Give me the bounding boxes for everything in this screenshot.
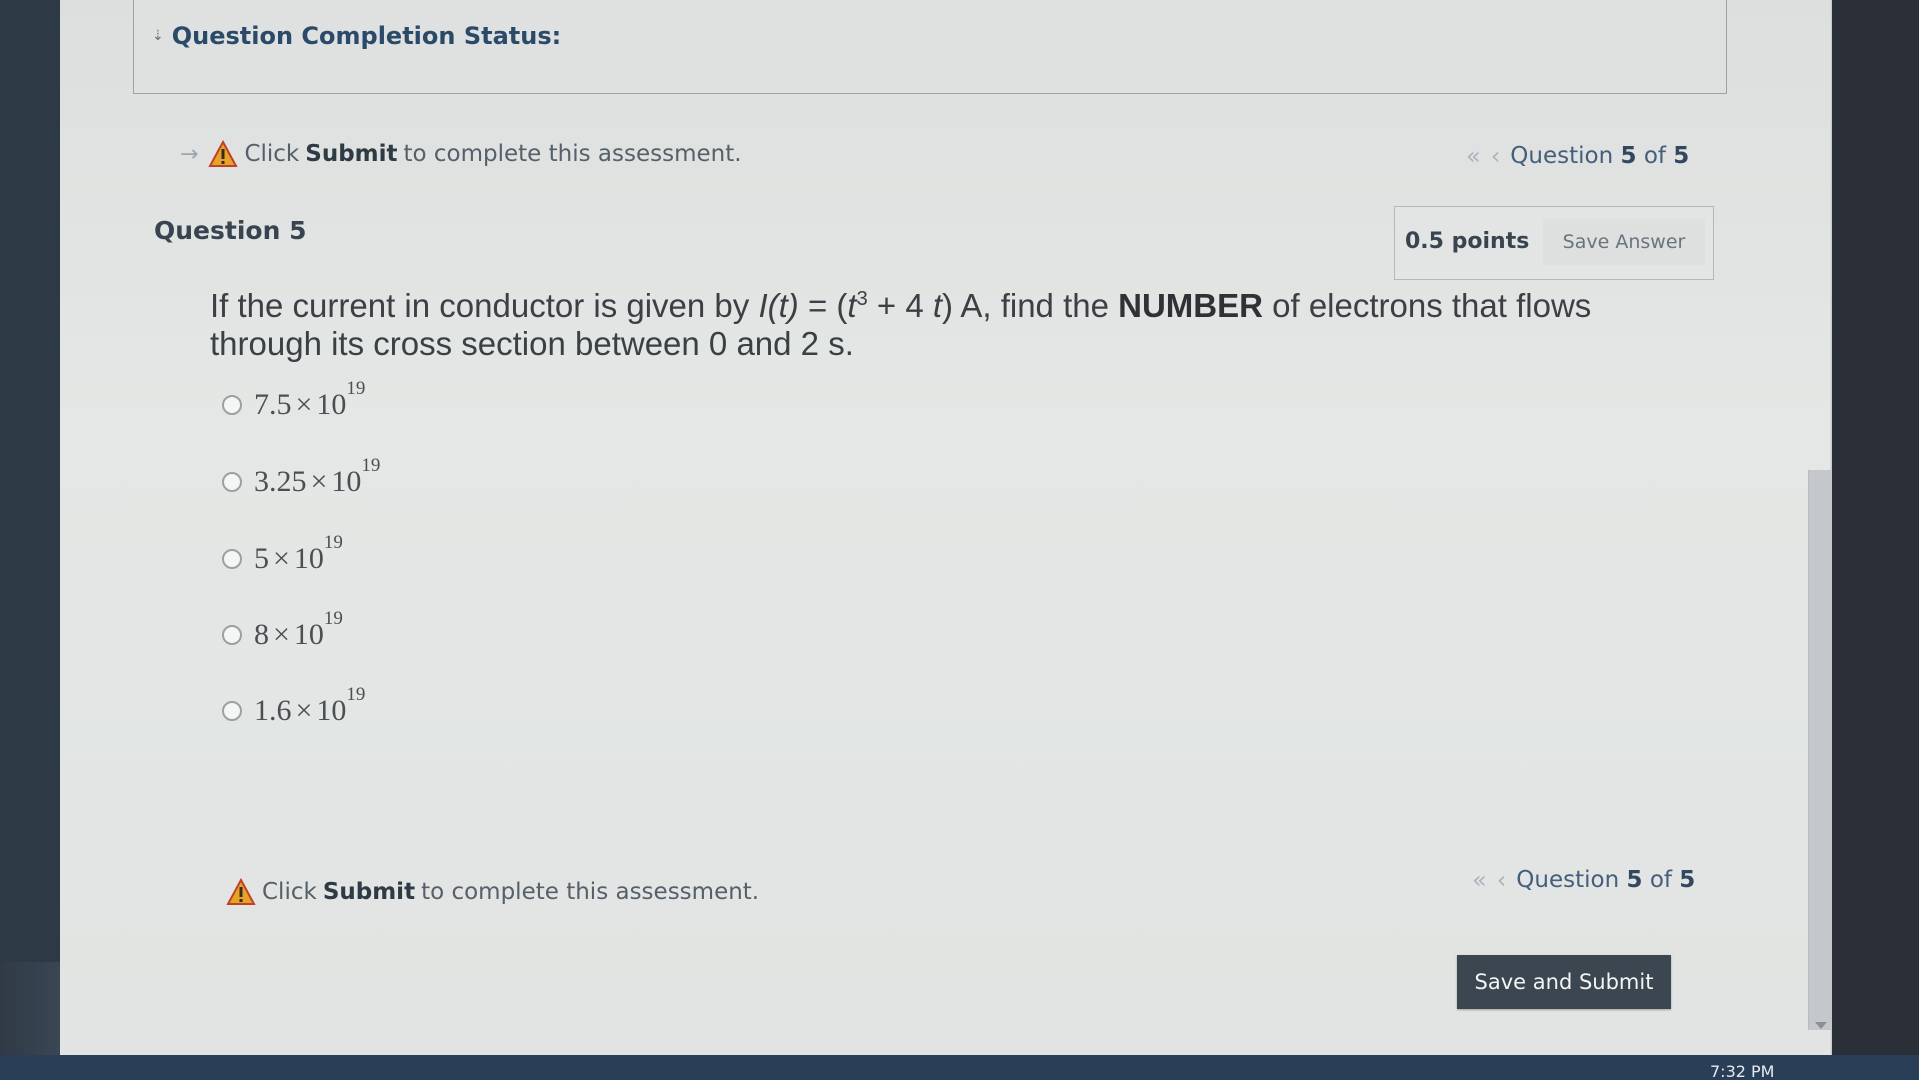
left-background — [0, 0, 60, 962]
question-points: 0.5 points — [1405, 229, 1530, 254]
answer-option[interactable]: 3.25 × 10 19 — [222, 455, 381, 499]
warning-suffix: to complete this assessment. — [403, 141, 742, 167]
warning-action: Submit — [305, 141, 398, 167]
completion-status-toggle[interactable]: ⇣ Question Completion Status: — [152, 22, 561, 50]
double-chevron-left-icon[interactable]: « — [1466, 142, 1481, 170]
radio-button[interactable] — [222, 701, 242, 721]
option-label: 7.5 × 10 19 — [254, 378, 366, 421]
question-title: Question 5 — [154, 216, 307, 245]
chevron-left-icon[interactable]: ‹ — [1491, 142, 1501, 170]
radio-button[interactable] — [222, 625, 242, 645]
taskbar-clock: 7:32 PM — [1710, 1062, 1775, 1080]
option-label: 3.25 × 10 19 — [254, 455, 381, 498]
answer-option[interactable]: 1.6 × 10 19 — [222, 684, 366, 728]
save-and-submit-button[interactable]: Save and Submit — [1457, 955, 1671, 1009]
screen: ⇣ Question Completion Status: → Click Su… — [0, 0, 1919, 1080]
answer-option[interactable]: 5 × 10 19 — [222, 532, 343, 576]
scroll-down-icon[interactable] — [1815, 1022, 1827, 1029]
nav-label: Question 5 of 5 — [1516, 867, 1696, 893]
question-nav-top: « ‹ Question 5 of 5 — [1466, 142, 1689, 170]
answer-option[interactable]: 7.5 × 10 19 — [222, 378, 366, 422]
question-text: If the current in conductor is given by … — [210, 287, 1592, 362]
radio-button[interactable] — [222, 395, 242, 415]
question-nav-bottom: « ‹ Question 5 of 5 — [1472, 866, 1695, 894]
arrow-right-icon: → — [180, 141, 199, 167]
nav-label: Question 5 of 5 — [1510, 143, 1690, 169]
option-label: 5 × 10 19 — [254, 532, 343, 575]
answer-option[interactable]: 8 × 10 19 — [222, 608, 343, 652]
warning-icon — [226, 878, 256, 905]
warning-suffix: to complete this assessment. — [421, 879, 760, 905]
radio-button[interactable] — [222, 472, 242, 492]
warning-top: → Click Submit to complete this assessme… — [180, 140, 742, 168]
chevron-left-icon[interactable]: ‹ — [1497, 866, 1507, 894]
right-background — [1832, 0, 1919, 1080]
chevron-down-icon: ⇣ — [152, 28, 164, 44]
double-chevron-left-icon[interactable]: « — [1472, 866, 1487, 894]
taskbar — [0, 1055, 1919, 1080]
option-label: 1.6 × 10 19 — [254, 684, 366, 727]
warning-action: Submit — [322, 879, 416, 905]
warning-icon — [208, 140, 239, 167]
save-answer-button[interactable]: Save Answer — [1543, 219, 1705, 265]
warning-bottom: Click Submit to complete this assessment… — [226, 878, 759, 906]
completion-status-title: Question Completion Status: — [171, 22, 562, 50]
radio-button[interactable] — [222, 549, 242, 569]
warning-prefix: Click — [244, 141, 300, 167]
question-header: Question 5 0.5 points Save Answer — [152, 206, 1714, 282]
option-label: 8 × 10 19 — [254, 608, 343, 651]
scrollbar-thumb[interactable] — [1808, 470, 1833, 1030]
points-box: 0.5 points Save Answer — [1394, 206, 1714, 280]
warning-prefix: Click — [262, 879, 317, 905]
